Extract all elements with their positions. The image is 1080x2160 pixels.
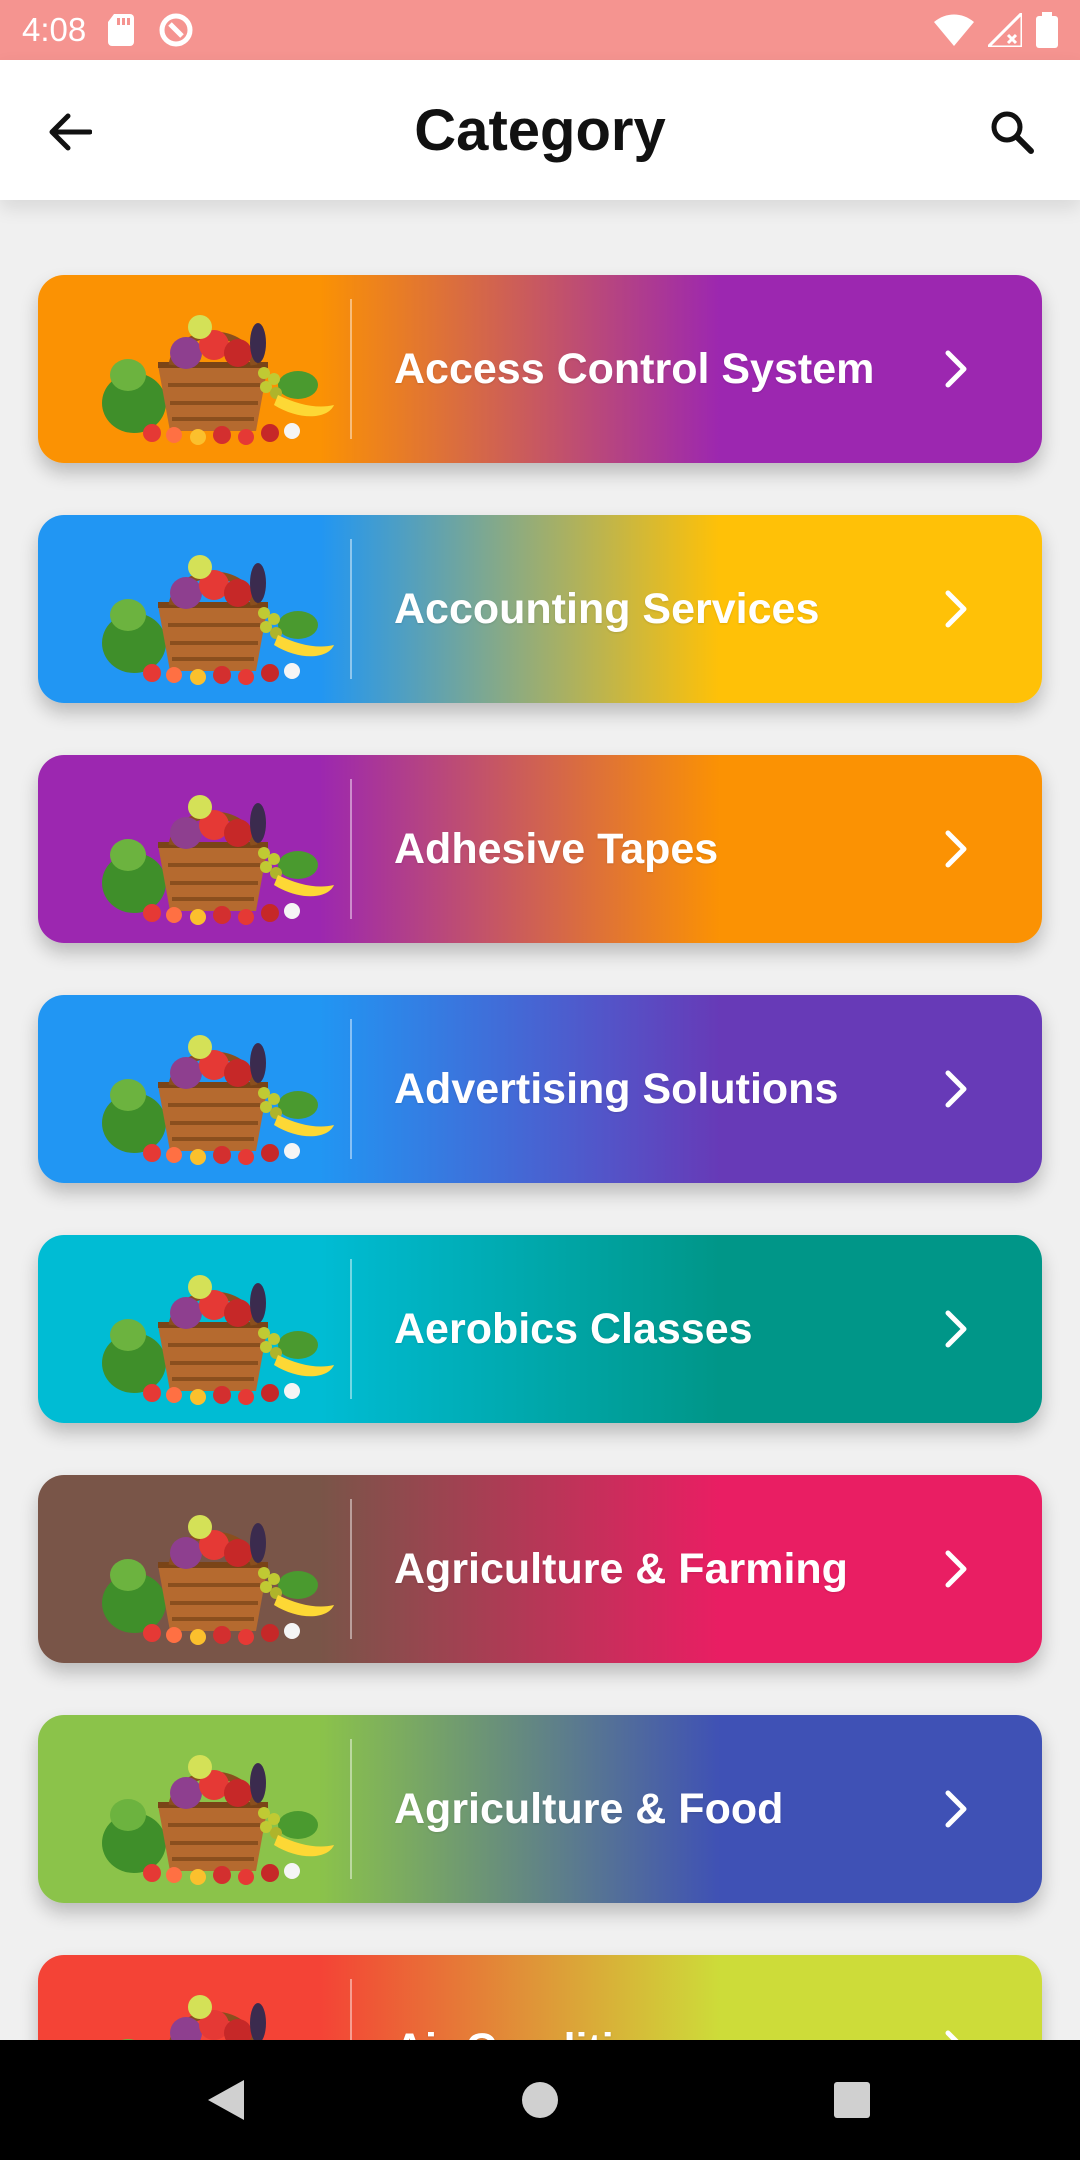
category-card[interactable]: Air Conditi...	[38, 1955, 1042, 2040]
category-list[interactable]: Access Control System Accounting Service…	[0, 200, 1080, 2040]
vegetable-basket-image	[102, 1275, 334, 1405]
card-divider	[350, 1979, 352, 2040]
category-label: Agriculture & Farming	[394, 1544, 848, 1593]
search-icon	[991, 111, 1034, 154]
sd-card-icon	[108, 14, 136, 46]
chevron-right-icon	[945, 830, 967, 868]
category-card[interactable]: Aerobics Classes	[38, 1235, 1042, 1423]
card-divider	[350, 1259, 352, 1399]
nav-home-button[interactable]	[510, 2070, 570, 2130]
card-divider	[350, 1499, 352, 1639]
category-card[interactable]: Access Control System	[38, 275, 1042, 463]
chevron-right-icon	[945, 1790, 967, 1828]
page-title: Category	[414, 97, 666, 163]
card-divider	[350, 1019, 352, 1159]
vegetable-basket-image	[102, 315, 334, 445]
category-label: Adhesive Tapes	[394, 824, 719, 873]
status-bar: 4:08	[0, 0, 1080, 60]
vegetable-basket-image	[102, 1755, 334, 1885]
category-card[interactable]: Agriculture & Farming	[38, 1475, 1042, 1663]
search-button[interactable]	[982, 102, 1042, 162]
chevron-right-icon	[945, 590, 967, 628]
category-card[interactable]: Adhesive Tapes	[38, 755, 1042, 943]
recents-square-icon	[834, 2082, 870, 2118]
navigation-bar	[0, 2040, 1080, 2160]
sync-circle-icon	[158, 12, 194, 48]
chevron-right-icon	[945, 350, 967, 388]
chevron-right-icon	[945, 1070, 967, 1108]
battery-icon	[1036, 12, 1058, 48]
category-label: Advertising Solutions	[394, 1064, 839, 1113]
vegetable-basket-image	[102, 555, 334, 685]
card-divider	[350, 299, 352, 439]
category-card[interactable]: Advertising Solutions	[38, 995, 1042, 1183]
back-triangle-icon	[208, 2080, 244, 2120]
screen: 4:08 Category Access Control System Acco…	[0, 0, 1080, 2160]
vegetable-basket-image	[102, 1035, 334, 1165]
chevron-right-icon	[945, 1310, 967, 1348]
category-label: Air Conditi...	[394, 1955, 650, 2041]
vegetable-basket-image	[102, 795, 334, 925]
category-card[interactable]: Accounting Services	[38, 515, 1042, 703]
card-divider	[350, 539, 352, 679]
wifi-icon	[934, 14, 974, 46]
category-label: Aerobics Classes	[394, 1304, 753, 1353]
app-bar: Category	[0, 60, 1080, 200]
category-label: Access Control System	[394, 344, 875, 393]
category-card[interactable]: Agriculture & Food	[38, 1715, 1042, 1903]
home-circle-icon	[522, 2082, 558, 2118]
vegetable-basket-image	[102, 1515, 334, 1645]
vegetable-basket-image	[121, 1995, 266, 2040]
chevron-right-icon	[945, 2030, 959, 2040]
card-divider	[350, 1739, 352, 1879]
chevron-right-icon	[945, 1550, 967, 1588]
status-time: 4:08	[22, 11, 87, 48]
category-label: Agriculture & Food	[394, 1784, 784, 1833]
category-label: Accounting Services	[394, 584, 820, 633]
nav-back-button[interactable]	[196, 2070, 256, 2130]
card-divider	[350, 779, 352, 919]
nav-recents-button[interactable]	[822, 2070, 882, 2130]
signal-icon	[988, 13, 1022, 47]
